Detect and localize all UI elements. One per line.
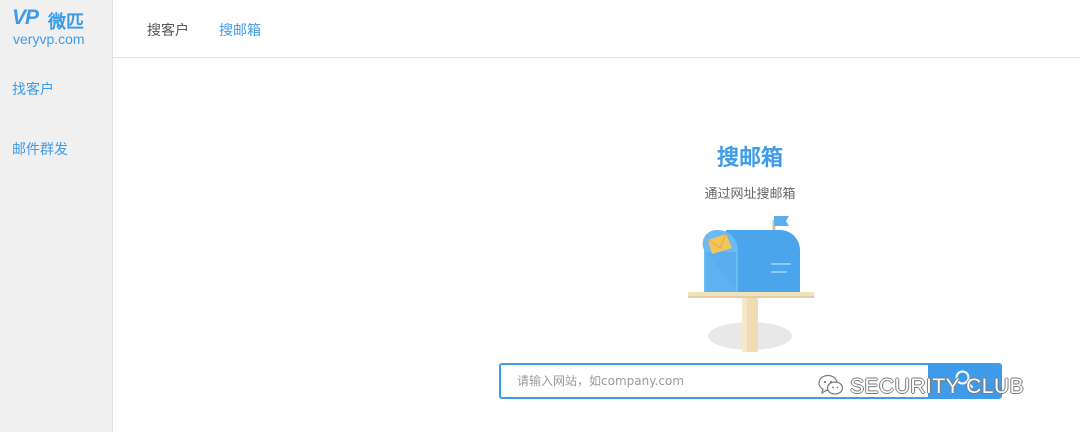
sidebar-item-mass-email[interactable]: 邮件群发	[12, 139, 68, 159]
sidebar: VP 微匹 veryvp.com 找客户 邮件群发	[0, 0, 113, 432]
page-title: 搜邮箱	[716, 146, 783, 171]
logo[interactable]: VP 微匹 veryvp.com	[12, 6, 107, 50]
top-nav: 搜客户 搜邮箱	[113, 0, 1080, 58]
page-subtitle: 通过网址搜邮箱	[704, 187, 796, 202]
logo-mark: VP	[12, 6, 39, 29]
mailbox-icon	[686, 212, 816, 357]
sidebar-item-find-customers[interactable]: 找客户	[12, 79, 54, 99]
logo-domain: veryvp.com	[13, 31, 85, 47]
watermark-text: SECURITY CLUB	[850, 375, 1025, 398]
wechat-icon	[818, 373, 844, 401]
tab-search-email[interactable]: 搜邮箱	[219, 20, 261, 40]
watermark: SECURITY CLUB	[818, 372, 1024, 402]
tab-search-customers[interactable]: 搜客户	[147, 20, 189, 40]
